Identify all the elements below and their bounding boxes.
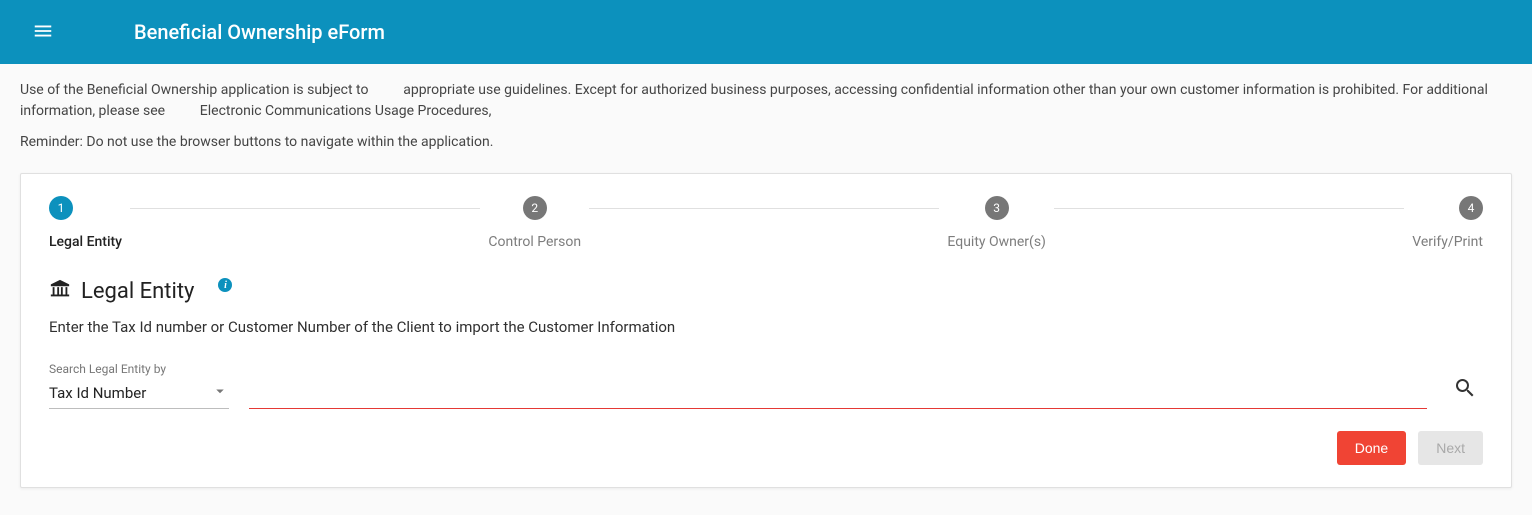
action-row: Done Next	[49, 431, 1483, 465]
hamburger-icon	[32, 20, 54, 45]
disclaimer-text: Electronic Communications Usage Procedur…	[200, 103, 492, 119]
app-title: Beneficial Ownership eForm	[134, 20, 385, 44]
section-title: Legal Entity	[81, 279, 194, 304]
step-label: Control Person	[488, 234, 581, 250]
step-equity-owners[interactable]: 3 Equity Owner(s)	[947, 196, 1046, 250]
step-connector	[589, 208, 939, 209]
menu-button[interactable]	[24, 12, 62, 53]
section-instruction: Enter the Tax Id number or Customer Numb…	[49, 318, 1483, 336]
step-legal-entity[interactable]: 1 Legal Entity	[49, 196, 122, 250]
search-button[interactable]	[1447, 370, 1483, 409]
step-label: Verify/Print	[1412, 234, 1483, 250]
search-icon	[1453, 388, 1477, 403]
next-button[interactable]: Next	[1418, 431, 1483, 465]
step-number: 1	[49, 196, 73, 220]
bank-icon	[49, 278, 71, 304]
disclaimer-block: Use of the Beneficial Ownership applicat…	[0, 64, 1532, 173]
search-type-label: Search Legal Entity by	[49, 362, 229, 376]
search-type-select[interactable]: Tax Id Number	[49, 378, 229, 409]
stepper: 1 Legal Entity 2 Control Person 3 Equity…	[49, 196, 1483, 250]
step-label: Equity Owner(s)	[947, 234, 1046, 250]
disclaimer-line-1: Use of the Beneficial Ownership applicat…	[20, 80, 1512, 122]
info-icon[interactable]: i	[218, 278, 232, 292]
step-number: 4	[1459, 196, 1483, 220]
done-button[interactable]: Done	[1337, 431, 1406, 465]
chevron-down-icon	[211, 382, 229, 404]
app-bar: Beneficial Ownership eForm	[0, 0, 1532, 64]
step-label: Legal Entity	[49, 234, 122, 250]
section-heading: Legal Entity i	[49, 278, 1483, 304]
step-number: 2	[523, 196, 547, 220]
step-control-person[interactable]: 2 Control Person	[488, 196, 581, 250]
step-verify-print[interactable]: 4 Verify/Print	[1412, 196, 1483, 250]
step-number: 3	[985, 196, 1009, 220]
form-card: 1 Legal Entity 2 Control Person 3 Equity…	[20, 173, 1512, 488]
search-row: Search Legal Entity by Tax Id Number	[49, 362, 1483, 409]
step-connector	[130, 208, 480, 209]
disclaimer-text: Use of the Beneficial Ownership applicat…	[20, 82, 372, 98]
search-input[interactable]	[249, 379, 1427, 409]
step-connector	[1054, 208, 1404, 209]
disclaimer-line-2: Reminder: Do not use the browser buttons…	[20, 132, 1512, 153]
search-type-value: Tax Id Number	[49, 384, 211, 402]
search-type-field: Search Legal Entity by Tax Id Number	[49, 362, 229, 409]
